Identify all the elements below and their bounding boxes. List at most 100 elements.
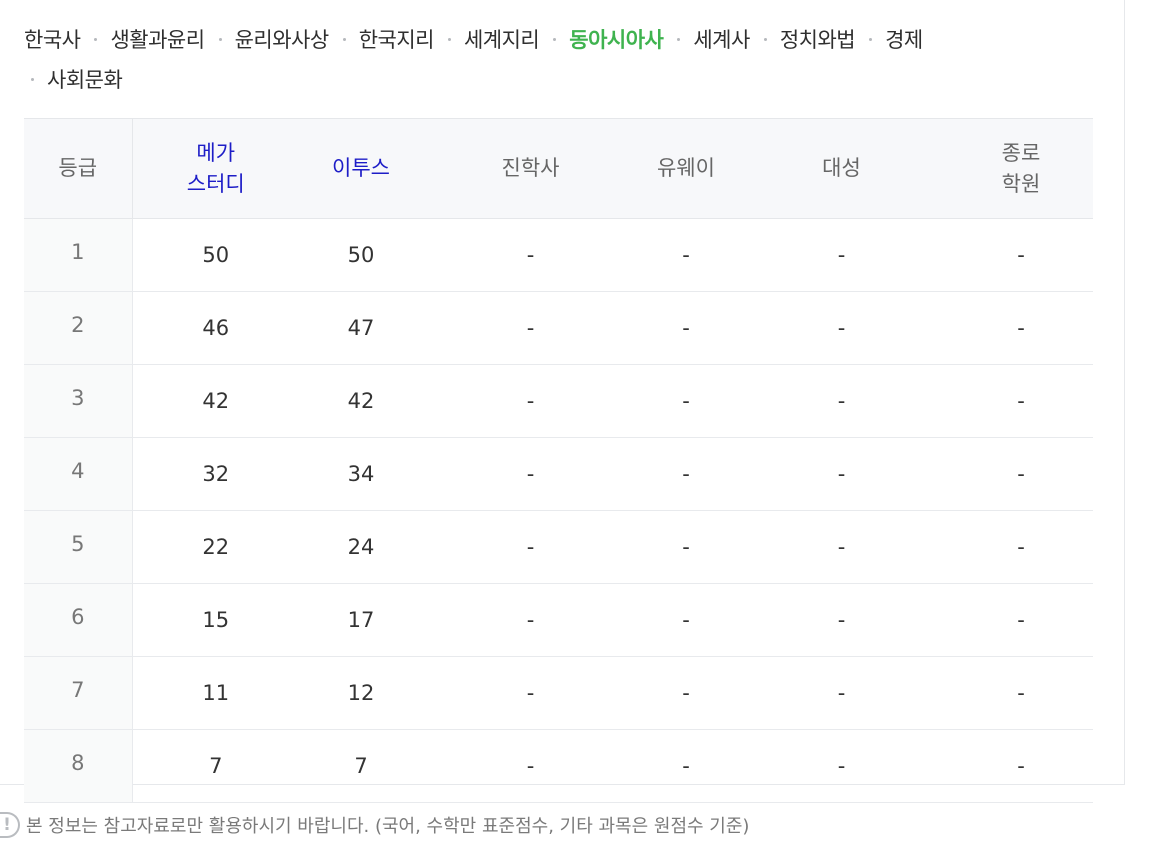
cell-jinhaksa: - [423, 729, 638, 803]
disclaimer-notice: ! 본 정보는 참고자료로만 활용하시기 바랍니다. (국어, 수학만 표준점수… [0, 812, 749, 838]
header-megastudy-line2: 스터디 [186, 171, 245, 196]
cell-grade: 5 [24, 510, 133, 584]
cell-uway: - [638, 218, 734, 292]
tab-world-history[interactable]: 세계사 [693, 24, 750, 54]
cell-daesung: - [734, 656, 949, 730]
tab-separator [553, 37, 557, 41]
header-jongro-line2: 학원 [1001, 171, 1041, 196]
subject-tabs-row-2: 사회문화 [24, 58, 1024, 100]
cell-daesung: - [734, 218, 949, 292]
header-jinhaksa: 진학사 [423, 118, 638, 219]
cell-daesung: - [734, 437, 949, 511]
tab-ethics-and-thought[interactable]: 윤리와사상 [235, 24, 330, 54]
subject-tabs-row-1: 한국사 생활과윤리 윤리와사상 한국지리 세계지리 동아시아사 세계사 정치와법… [24, 20, 1024, 58]
cell-uway: - [638, 583, 734, 657]
tab-separator [94, 37, 98, 41]
cell-megastudy: 11 [132, 656, 299, 730]
cell-megastudy: 42 [132, 364, 299, 438]
cell-daesung: - [734, 510, 949, 584]
tab-separator [342, 37, 346, 41]
cell-grade: 4 [24, 437, 133, 511]
disclaimer-text: 본 정보는 참고자료로만 활용하시기 바랍니다. (국어, 수학만 표준점수, … [26, 816, 750, 837]
cell-jongro: - [949, 218, 1093, 292]
cell-etoos: 42 [299, 364, 423, 438]
cell-daesung: - [734, 583, 949, 657]
table-row: 7 11 12- - - - [24, 656, 1093, 730]
header-uway: 유웨이 [638, 118, 734, 219]
table-row: 1 50 50- - - - [24, 218, 1093, 292]
cell-megastudy: 22 [132, 510, 299, 584]
tab-korean-history[interactable]: 한국사 [24, 24, 81, 54]
exclamation-icon: ! [0, 812, 20, 838]
cell-uway: - [638, 729, 734, 803]
cell-daesung: - [734, 729, 949, 803]
table-row: 4 32 34- - - - [24, 437, 1093, 511]
table-row: 6 15 17- - - - [24, 583, 1093, 657]
cell-uway: - [638, 656, 734, 730]
cell-megastudy: 7 [132, 729, 299, 803]
cell-megastudy: 50 [132, 218, 299, 292]
tab-separator [31, 77, 34, 81]
cell-jongro: - [949, 437, 1093, 511]
cell-jongro: - [949, 291, 1093, 365]
table-body: 1 50 50- - - -2 46 47- - - -3 42 42- - - -4 32 34- - - -5 22 2… [24, 218, 1093, 803]
cell-uway: - [638, 291, 734, 365]
tab-world-geography[interactable]: 세계지리 [464, 24, 540, 54]
cell-grade: 3 [24, 364, 133, 438]
cell-megastudy: 15 [132, 583, 299, 657]
cell-jongro: - [949, 729, 1093, 803]
tab-separator [869, 37, 873, 41]
cell-daesung: - [734, 364, 949, 438]
grade-cutoff-table: 등급 메가 스터디 이투스 진학사 유웨이 대성 종로 학원 1 50 50- - - -… [24, 118, 1093, 803]
cell-uway: - [638, 437, 734, 511]
cell-jongro: - [949, 656, 1093, 730]
cell-etoos: 7 [299, 729, 423, 803]
header-daesung: 대성 [734, 118, 949, 219]
cutoff-panel: 한국사 생활과윤리 윤리와사상 한국지리 세계지리 동아시아사 세계사 정치와법… [0, 0, 1125, 803]
cell-grade: 8 [24, 729, 133, 803]
tab-economics[interactable]: 경제 [885, 24, 923, 54]
cell-grade: 7 [24, 656, 133, 730]
subject-tabs: 한국사 생활과윤리 윤리와사상 한국지리 세계지리 동아시아사 세계사 정치와법… [24, 20, 1024, 100]
cell-etoos: 50 [299, 218, 423, 292]
cell-etoos: 47 [299, 291, 423, 365]
tab-separator [447, 37, 451, 41]
header-megastudy-line1: 메가 [196, 140, 236, 165]
header-jongro: 종로 학원 [949, 118, 1093, 219]
tab-separator [218, 37, 222, 41]
cell-jinhaksa: - [423, 656, 638, 730]
cell-etoos: 17 [299, 583, 423, 657]
table-row: 5 22 24- - - - [24, 510, 1093, 584]
cell-jongro: - [949, 510, 1093, 584]
tab-life-and-ethics[interactable]: 생활과윤리 [110, 24, 205, 54]
tab-east-asian-history[interactable]: 동아시아사 [569, 24, 664, 54]
cell-grade: 1 [24, 218, 133, 292]
tab-separator [677, 37, 681, 41]
cell-jinhaksa: - [423, 218, 638, 292]
cell-grade: 2 [24, 291, 133, 365]
cell-daesung: - [734, 291, 949, 365]
table-row: 877---- [24, 729, 1093, 803]
cell-jinhaksa: - [423, 583, 638, 657]
cell-jinhaksa: - [423, 364, 638, 438]
tab-society-and-culture[interactable]: 사회문화 [47, 64, 123, 94]
cell-jongro: - [949, 583, 1093, 657]
cell-etoos: 24 [299, 510, 423, 584]
cell-etoos: 34 [299, 437, 423, 511]
cell-megastudy: 46 [132, 291, 299, 365]
tab-separator [763, 37, 767, 41]
table-header-row: 등급 메가 스터디 이투스 진학사 유웨이 대성 종로 학원 [24, 118, 1093, 219]
tab-politics-and-law[interactable]: 정치와법 [780, 24, 856, 54]
tab-korean-geography[interactable]: 한국지리 [359, 24, 435, 54]
cell-jinhaksa: - [423, 437, 638, 511]
table-row: 2 46 47- - - - [24, 291, 1093, 365]
cell-uway: - [638, 510, 734, 584]
cell-jinhaksa: - [423, 291, 638, 365]
table-row: 3 42 42- - - - [24, 364, 1093, 438]
header-megastudy: 메가 스터디 [132, 118, 299, 219]
cell-jinhaksa: - [423, 510, 638, 584]
cell-jongro: - [949, 364, 1093, 438]
cell-uway: - [638, 364, 734, 438]
cell-etoos: 12 [299, 656, 423, 730]
cell-grade: 6 [24, 583, 133, 657]
